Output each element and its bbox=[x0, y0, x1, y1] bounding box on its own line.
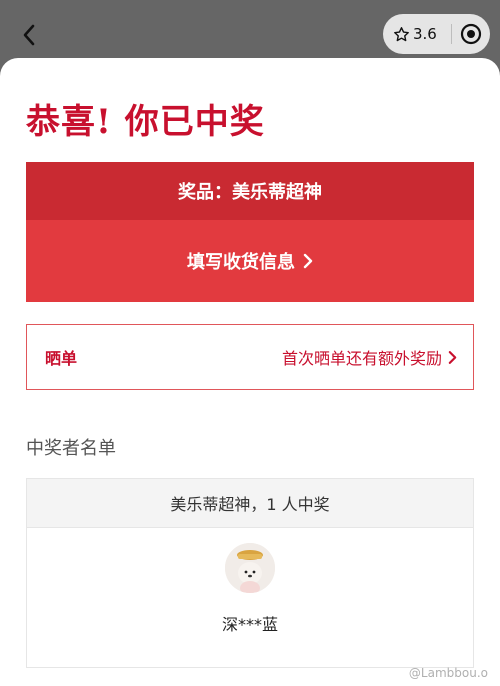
chevron-right-icon bbox=[448, 350, 457, 364]
share-order-row[interactable]: 晒单 首次晒单还有额外奖励 bbox=[26, 324, 474, 390]
prize-card: 奖品：美乐蒂超神 填写收货信息 bbox=[26, 162, 474, 302]
target-icon bbox=[460, 23, 482, 45]
fill-address-label: 填写收货信息 bbox=[187, 252, 295, 273]
page-title: 恭喜! 你已中奖 bbox=[26, 102, 265, 142]
avatar[interactable] bbox=[225, 543, 275, 593]
share-bonus-link[interactable]: 首次晒单还有额外奖励 bbox=[282, 345, 457, 369]
back-button[interactable] bbox=[14, 18, 44, 52]
prize-label: 奖品：美乐蒂超神 bbox=[26, 162, 474, 220]
chevron-left-icon bbox=[23, 24, 35, 46]
close-miniprogram-button[interactable] bbox=[452, 23, 490, 45]
result-sheet: 恭喜! 你已中奖 奖品：美乐蒂超神 填写收货信息 晒单 首次晒单还有额外奖励 中… bbox=[0, 58, 500, 686]
share-order-label: 晒单 bbox=[45, 349, 78, 368]
rating-button[interactable]: 3.6 bbox=[383, 25, 451, 43]
watermark: @Lambbou.o bbox=[408, 666, 488, 680]
winners-summary: 美乐蒂超神，1 人中奖 bbox=[27, 479, 473, 528]
chevron-right-icon bbox=[303, 253, 313, 269]
winners-card: 美乐蒂超神，1 人中奖 深***蓝 bbox=[26, 478, 474, 668]
share-bonus-text: 首次晒单还有额外奖励 bbox=[281, 349, 442, 368]
rating-value: 3.6 bbox=[413, 25, 437, 43]
winners-heading: 中奖者名单 bbox=[26, 438, 116, 459]
winner-item: 深***蓝 bbox=[27, 543, 473, 635]
winner-name: 深***蓝 bbox=[221, 615, 278, 634]
fill-address-button[interactable]: 填写收货信息 bbox=[26, 220, 474, 302]
miniprogram-capsule: 3.6 bbox=[383, 14, 490, 54]
star-outline-icon bbox=[394, 26, 409, 41]
